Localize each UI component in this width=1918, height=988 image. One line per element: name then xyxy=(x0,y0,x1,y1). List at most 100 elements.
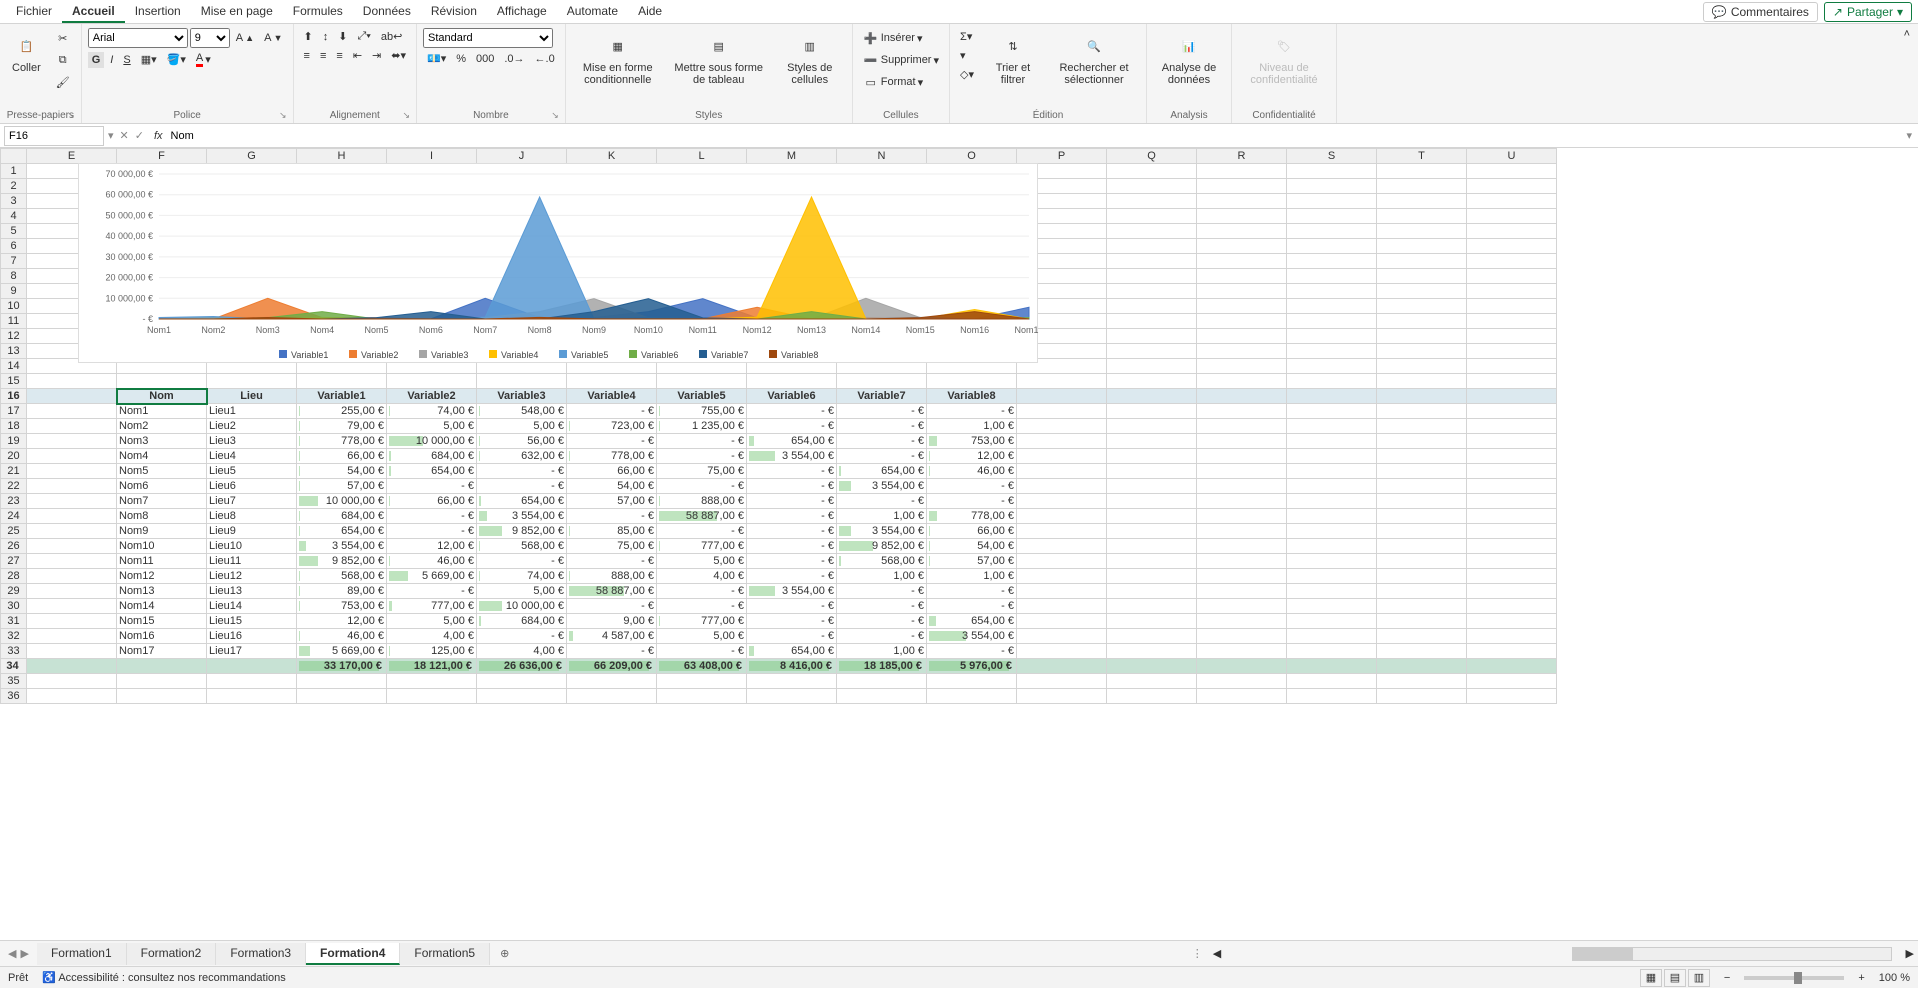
cell[interactable] xyxy=(1017,434,1107,449)
decrease-font-button[interactable]: A▼ xyxy=(260,30,286,46)
cell[interactable] xyxy=(1197,569,1287,584)
cell[interactable]: - € xyxy=(567,644,657,659)
menu-tab-fichier[interactable]: Fichier xyxy=(6,1,62,23)
cell[interactable] xyxy=(1107,584,1197,599)
cell[interactable]: - € xyxy=(927,479,1017,494)
cell[interactable] xyxy=(1107,479,1197,494)
cell[interactable] xyxy=(1377,194,1467,209)
cell[interactable] xyxy=(1197,164,1287,179)
row-header[interactable]: 20 xyxy=(1,449,27,464)
cell[interactable] xyxy=(1017,554,1107,569)
cell[interactable]: 46,00 € xyxy=(297,629,387,644)
copy-button[interactable]: ⧉ xyxy=(51,50,75,70)
cell[interactable] xyxy=(1197,434,1287,449)
cell[interactable] xyxy=(1287,524,1377,539)
accessibility-status[interactable]: ♿ Accessibilité : consultez nos recomman… xyxy=(42,971,286,984)
comments-button[interactable]: 💬 Commentaires xyxy=(1703,2,1818,22)
hscroll-right-button[interactable]: ▶ xyxy=(1902,947,1918,960)
cell[interactable] xyxy=(1377,674,1467,689)
cell[interactable] xyxy=(1467,509,1557,524)
cell[interactable]: Lieu17 xyxy=(207,644,297,659)
cell[interactable] xyxy=(477,374,567,389)
cell[interactable]: 9 852,00 € xyxy=(477,524,567,539)
cell[interactable] xyxy=(1377,599,1467,614)
align-right-button[interactable]: ≡ xyxy=(332,48,346,64)
cell[interactable]: Lieu4 xyxy=(207,449,297,464)
cell[interactable]: 684,00 € xyxy=(297,509,387,524)
cell[interactable]: Lieu8 xyxy=(207,509,297,524)
cell[interactable] xyxy=(1287,284,1377,299)
cell[interactable] xyxy=(1377,689,1467,704)
cell[interactable] xyxy=(1197,194,1287,209)
cell[interactable]: - € xyxy=(837,494,927,509)
cell[interactable] xyxy=(1017,644,1107,659)
row-header[interactable]: 17 xyxy=(1,404,27,419)
column-header[interactable]: R xyxy=(1197,149,1287,164)
row-header[interactable]: 3 xyxy=(1,194,27,209)
cell[interactable]: - € xyxy=(657,449,747,464)
column-header[interactable]: M xyxy=(747,149,837,164)
cell[interactable] xyxy=(1287,269,1377,284)
row-header[interactable]: 23 xyxy=(1,494,27,509)
chart-object[interactable]: - €10 000,00 €20 000,00 €30 000,00 €40 0… xyxy=(78,163,1038,363)
column-header[interactable]: N xyxy=(837,149,927,164)
cell[interactable]: Lieu xyxy=(207,389,297,404)
comma-button[interactable]: 000 xyxy=(472,51,498,67)
share-button[interactable]: ↗ Partager ▾ xyxy=(1824,2,1912,22)
cell[interactable]: Nom15 xyxy=(117,614,207,629)
cell[interactable] xyxy=(1467,164,1557,179)
cell[interactable]: 548,00 € xyxy=(477,404,567,419)
zoom-level[interactable]: 100 % xyxy=(1879,972,1910,984)
cell[interactable]: 568,00 € xyxy=(837,554,927,569)
cut-button[interactable]: ✂ xyxy=(51,28,75,48)
cell[interactable] xyxy=(27,674,117,689)
cell[interactable]: 46,00 € xyxy=(927,464,1017,479)
borders-button[interactable]: ▦▾ xyxy=(137,51,161,68)
cell[interactable]: Lieu14 xyxy=(207,599,297,614)
row-header[interactable]: 13 xyxy=(1,344,27,359)
cell[interactable]: 778,00 € xyxy=(297,434,387,449)
cell[interactable]: 57,00 € xyxy=(297,479,387,494)
cell[interactable] xyxy=(1107,464,1197,479)
fill-color-button[interactable]: 🪣▾ xyxy=(163,51,190,68)
cell[interactable]: - € xyxy=(657,644,747,659)
cell[interactable]: - € xyxy=(927,404,1017,419)
cell[interactable] xyxy=(1287,599,1377,614)
cell[interactable] xyxy=(387,674,477,689)
cell[interactable]: 5,00 € xyxy=(657,554,747,569)
cell[interactable] xyxy=(1377,389,1467,404)
cell[interactable] xyxy=(1107,299,1197,314)
cell[interactable]: - € xyxy=(747,494,837,509)
cell[interactable] xyxy=(1197,314,1287,329)
cell[interactable] xyxy=(27,419,117,434)
cell[interactable] xyxy=(1197,209,1287,224)
cell[interactable] xyxy=(1377,404,1467,419)
cell[interactable]: Lieu7 xyxy=(207,494,297,509)
cell[interactable]: 3 554,00 € xyxy=(747,584,837,599)
cell[interactable] xyxy=(567,374,657,389)
cell[interactable] xyxy=(1287,389,1377,404)
zoom-out-button[interactable]: − xyxy=(1724,972,1730,984)
cell[interactable]: - € xyxy=(747,614,837,629)
cell[interactable] xyxy=(27,449,117,464)
cell[interactable] xyxy=(1467,194,1557,209)
cell[interactable]: - € xyxy=(657,584,747,599)
cell[interactable]: 18 185,00 € xyxy=(837,659,927,674)
column-header[interactable]: J xyxy=(477,149,567,164)
cell[interactable] xyxy=(1197,479,1287,494)
cell[interactable] xyxy=(27,644,117,659)
cell[interactable] xyxy=(1467,209,1557,224)
row-header[interactable]: 36 xyxy=(1,689,27,704)
cell[interactable] xyxy=(1107,269,1197,284)
cell[interactable] xyxy=(1107,194,1197,209)
cell[interactable] xyxy=(1017,449,1107,464)
cell[interactable] xyxy=(1467,659,1557,674)
cell[interactable]: 4,00 € xyxy=(657,569,747,584)
cell[interactable] xyxy=(1017,494,1107,509)
cell[interactable]: - € xyxy=(837,614,927,629)
normal-view-button[interactable]: ▦ xyxy=(1640,969,1662,987)
expand-formula-bar-button[interactable]: ▾ xyxy=(1900,129,1918,142)
cell[interactable] xyxy=(1467,449,1557,464)
cell[interactable] xyxy=(1197,239,1287,254)
cell[interactable]: Nom4 xyxy=(117,449,207,464)
